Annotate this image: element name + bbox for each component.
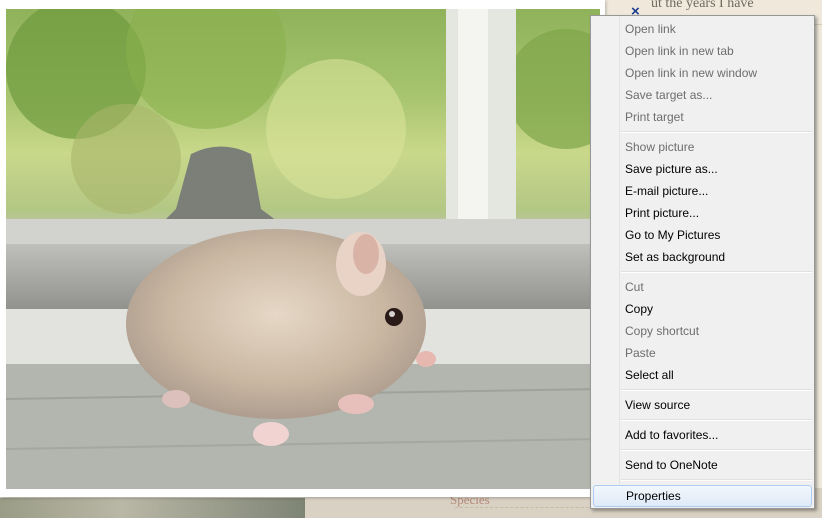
hamster-photo[interactable] [6, 9, 600, 489]
page-body-text: ut the years I have [651, 0, 754, 11]
menu-item-save-target-as: Save target as... [625, 88, 713, 102]
menu-separator [591, 416, 814, 424]
context-menu: Open link Open link in new tab Open link i… [590, 15, 815, 509]
menu-separator [591, 446, 814, 454]
menu-item-properties[interactable]: Properties [593, 485, 812, 507]
menu-item-copy-shortcut: Copy shortcut [625, 324, 700, 338]
menu-separator [591, 386, 814, 394]
menu-item-open-link-in-new-window: Open link in new window [625, 66, 758, 80]
menu-item-go-to-my-pictures[interactable]: Go to My Pictures [591, 224, 814, 246]
menu-item-open-link-in-new-tab: Open link in new tab [625, 44, 734, 58]
menu-separator [591, 268, 814, 276]
context-menu-list: Open link Open link in new tab Open link i… [591, 18, 814, 508]
menu-item-show-picture: Show picture [625, 140, 695, 154]
menu-separator [591, 128, 814, 136]
menu-item-cut: Cut [625, 280, 644, 294]
menu-separator [591, 476, 814, 484]
menu-item-print-picture[interactable]: Print picture... [591, 202, 814, 224]
menu-item-print-target: Print target [625, 110, 684, 124]
image-lightbox [0, 0, 605, 497]
menu-item-paste: Paste [625, 346, 656, 360]
page-thumbnail-image [0, 498, 305, 518]
menu-item-send-to-onenote[interactable]: Send to OneNote [591, 454, 814, 476]
menu-item-view-source[interactable]: View source [591, 394, 814, 416]
menu-item-copy[interactable]: Copy [591, 298, 814, 320]
menu-item-set-as-background[interactable]: Set as background [591, 246, 814, 268]
menu-item-save-picture-as[interactable]: Save picture as... [591, 158, 814, 180]
menu-item-add-to-favorites[interactable]: Add to favorites... [591, 424, 814, 446]
menu-item-e-mail-picture[interactable]: E-mail picture... [591, 180, 814, 202]
hamster-photo-art [6, 9, 600, 489]
menu-item-select-all[interactable]: Select all [591, 364, 814, 386]
menu-item-open-link: Open link [625, 22, 676, 36]
